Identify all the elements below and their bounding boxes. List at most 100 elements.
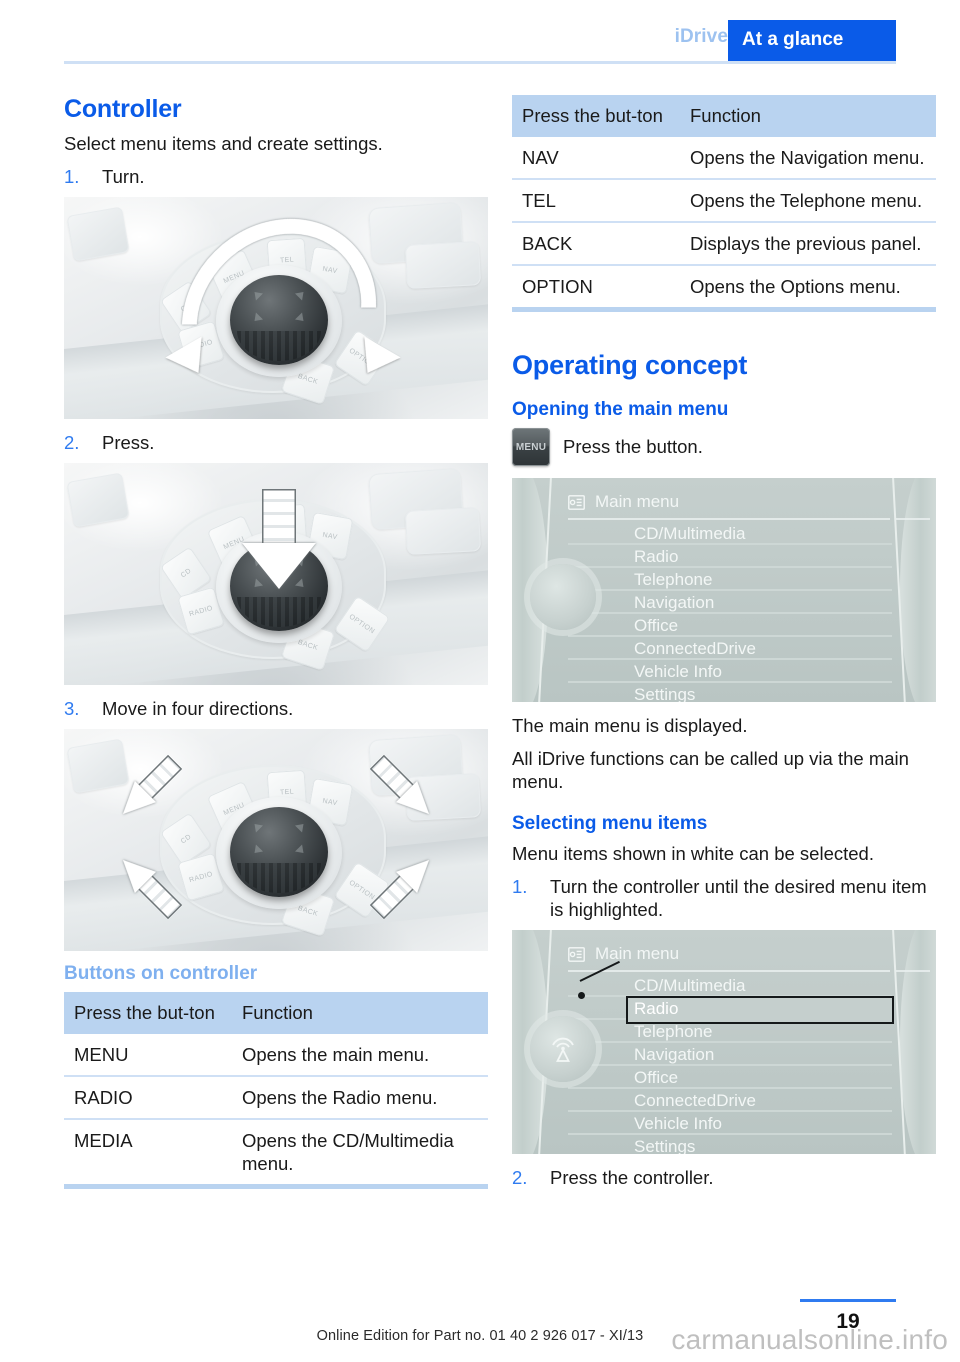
page-number-rule — [800, 1299, 896, 1302]
move-controller-photo: CD RADIO MENU TEL NAV OPTION BACK — [64, 729, 488, 951]
knob-arrow-bottom-right-icon — [294, 844, 308, 857]
screen-title-divider-right — [896, 518, 930, 520]
selecting-step-press: 2. Press the controller. — [512, 1166, 936, 1189]
cell-function: Opens the Telephone menu. — [680, 179, 936, 223]
idrive-screen-main-menu: Main menu CD/Multimedia Radio Telephone … — [512, 478, 936, 702]
step-number: 1. — [512, 876, 528, 897]
menu-item[interactable]: Office — [568, 614, 892, 637]
menu-item[interactable]: Radio — [568, 545, 892, 568]
table-row: NAV Opens the Navigation menu. — [512, 137, 936, 180]
table-header-row: Press the but-­ton Function — [512, 95, 936, 137]
screen-title-divider-right — [896, 970, 930, 972]
menu-item[interactable]: CD/Multimedia — [568, 522, 892, 545]
menu-item[interactable]: Navigation — [568, 1043, 892, 1066]
step-text: Turn the controller until the desired me… — [550, 876, 927, 920]
step-number: 3. — [64, 698, 80, 719]
console-right-switch-secondary — [404, 241, 482, 289]
column-header-function: Function — [680, 95, 936, 137]
menu-item[interactable]: CD/Multimedia — [568, 974, 892, 997]
screen-title-row: Main menu — [568, 488, 892, 516]
step-move: 3. Move in four directions. — [64, 697, 488, 720]
page-header: iDrive At a glance — [0, 0, 960, 64]
opening-main-menu-heading: Opening the main menu — [512, 399, 729, 420]
table-row: MEDIA Opens the CD/Multimedia menu. — [64, 1119, 488, 1189]
menu-item-label: CD/Multimedia — [634, 524, 746, 543]
buttons-table-right: Press the but-­ton Function NAV Opens th… — [512, 95, 936, 312]
step-turn: 1. Turn. — [64, 165, 488, 188]
turn-controller-photo: CD RADIO MENU TEL NAV OPTION BACK — [64, 197, 488, 419]
menu-item[interactable]: Vehicle Info — [568, 660, 892, 683]
menu-item[interactable]: Navigation — [568, 591, 892, 614]
cell-function: Displays the previous panel. — [680, 222, 936, 266]
column-header-function: Function — [232, 992, 488, 1034]
table-row: MENU Opens the main menu. — [64, 1034, 488, 1077]
main-menu-displayed-text: The main menu is displayed. — [512, 715, 748, 736]
cell-function: Opens the main menu. — [232, 1034, 488, 1077]
menu-item-label: Radio — [634, 999, 679, 1018]
selecting-step-turn: 1. Turn the controller until the desired… — [512, 875, 936, 921]
cell-function: Opens the Navigation menu. — [680, 137, 936, 180]
menu-item-label: Telephone — [634, 570, 713, 589]
cell-button: OPTION — [512, 265, 680, 312]
cell-button: RADIO — [64, 1076, 232, 1120]
menu-item[interactable]: Office — [568, 1066, 892, 1089]
column-header-button: Press the but-­ton — [64, 992, 232, 1034]
header-divider — [64, 61, 896, 64]
cell-button: NAV — [512, 137, 680, 180]
menu-item-label: Office — [634, 616, 679, 635]
cell-function: Opens the CD/Multimedia menu. — [232, 1119, 488, 1189]
right-column: Press the but-­ton Function NAV Opens th… — [512, 95, 936, 1198]
header-section-label: At a glance — [742, 29, 844, 50]
menu-item[interactable]: ConnectedDrive — [568, 1089, 892, 1112]
console-left-switch — [66, 738, 130, 794]
menu-item[interactable]: Settings — [568, 1135, 892, 1154]
menu-item-label: Radio — [634, 547, 679, 566]
controller-intro: Select menu items and create settings. — [64, 133, 383, 154]
step-text: Move in four directions. — [102, 698, 294, 719]
press-arrow-shaft-icon — [262, 489, 296, 547]
step-number: 2. — [512, 1167, 528, 1188]
menu-item[interactable]: ConnectedDrive — [568, 637, 892, 660]
menu-item-label: Telephone — [634, 1022, 713, 1041]
menu-item[interactable]: Vehicle Info — [568, 1112, 892, 1135]
screen-knob-graphic — [530, 564, 596, 630]
menu-item-label: Navigation — [634, 593, 715, 612]
callout-dot — [578, 992, 585, 999]
menu-item[interactable]: Settings — [568, 683, 892, 702]
screen-menu-list: CD/Multimedia Radio Telephone Navigation… — [568, 974, 894, 1154]
step-text: Press the controller. — [550, 1167, 714, 1188]
idrive-functions-text: All iDrive functions can be called up vi… — [512, 748, 909, 792]
menu-item-label: CD/Multimedia — [634, 976, 746, 995]
table-row: TEL Opens the Telephone menu. — [512, 179, 936, 223]
screen-bezel-right — [900, 478, 936, 702]
menu-item[interactable]: Telephone — [568, 1020, 892, 1043]
menu-item-label: ConnectedDrive — [634, 1091, 756, 1110]
buttons-on-controller-heading: Buttons on controller — [64, 963, 258, 984]
table-row: BACK Displays the previous panel. — [512, 222, 936, 266]
menu-hardware-button-icon: MENU — [512, 428, 550, 466]
press-arrow-head-icon — [242, 543, 316, 589]
header-chapter-label: iDrive — [674, 26, 728, 47]
menu-item-label: Settings — [634, 685, 696, 702]
cell-function: Opens the Radio menu. — [232, 1076, 488, 1120]
header-section-tab: At a glance — [728, 20, 896, 61]
knob-arrow-top-left-icon — [250, 820, 264, 833]
step-number: 2. — [64, 432, 80, 453]
screen-bezel-right — [900, 930, 936, 1154]
menu-item-label: ConnectedDrive — [634, 639, 756, 658]
controller-knob — [230, 807, 328, 897]
screen-knob-graphic — [530, 1016, 596, 1082]
screen-title-divider — [568, 970, 890, 972]
main-menu-icon — [568, 494, 585, 510]
idrive-screen-radio-highlighted: Main menu CD/Multimedia Radio Telephone … — [512, 930, 936, 1154]
step-text: Turn. — [102, 166, 145, 187]
knob-arrow-top-right-icon — [294, 820, 308, 833]
menu-item[interactable]: Telephone — [568, 568, 892, 591]
table-row: RADIO Opens the Radio menu. — [64, 1076, 488, 1120]
menu-item-label: Navigation — [634, 1045, 715, 1064]
buttons-table-left: Press the but-­ton Function MENU Opens t… — [64, 992, 488, 1189]
main-menu-icon — [568, 946, 585, 962]
menu-item-highlighted[interactable]: Radio — [568, 996, 894, 1024]
watermark: carmanualsonline.info — [671, 1324, 948, 1355]
step-press: 2. Press. — [64, 431, 488, 454]
